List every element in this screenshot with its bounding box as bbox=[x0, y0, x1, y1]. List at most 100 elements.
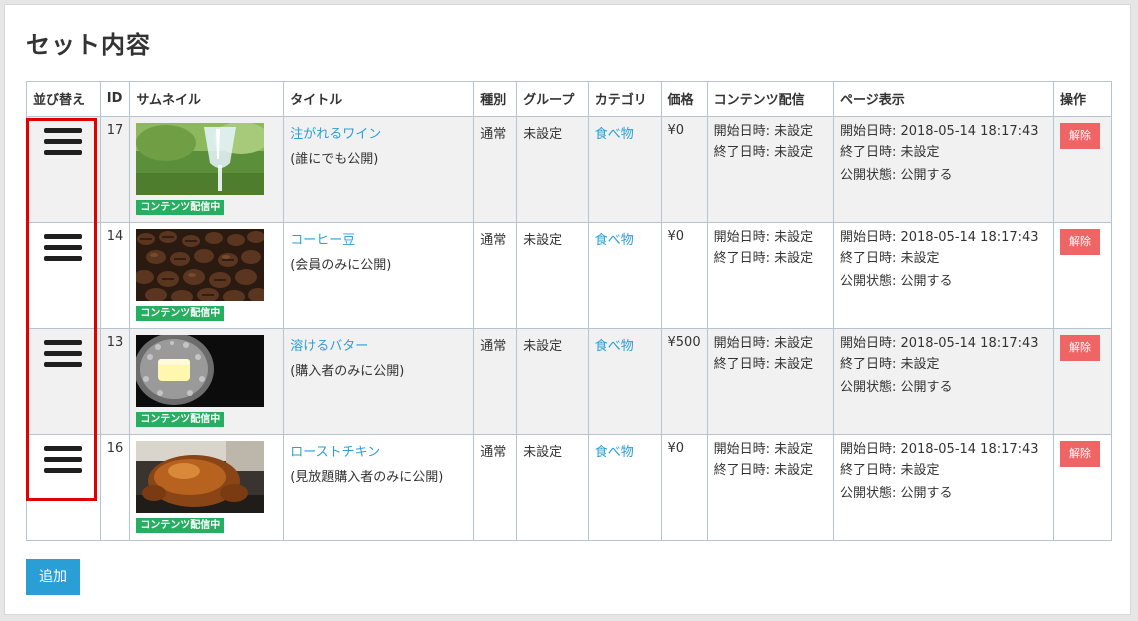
delivery-end: 終了日時: 未設定 bbox=[713, 463, 814, 478]
content-title-link[interactable]: 溶けるバター bbox=[290, 339, 368, 354]
row-id: 14 bbox=[99, 222, 131, 329]
display-start: 開始日時: 2018-05-14 18:17:43 bbox=[839, 336, 1039, 351]
delivery-badge: コンテンツ配信中 bbox=[136, 200, 225, 215]
thumbnail-image bbox=[136, 123, 265, 195]
header-delivery: コンテンツ配信 bbox=[706, 81, 834, 117]
thumbnail-cell: コンテンツ配信中 bbox=[129, 116, 285, 223]
table-row: 17 コンテンツ配信中 注がれるワイン (誰にでも公開) 通常 未設定 食べ物 … bbox=[26, 116, 1112, 223]
set-contents-table: 並び替え ID サムネイル タイトル 種別 グループ カテゴリ 価格 コンテンツ… bbox=[26, 81, 1112, 541]
release-button[interactable]: 解除 bbox=[1060, 335, 1101, 361]
display-start: 開始日時: 2018-05-14 18:17:43 bbox=[839, 230, 1039, 245]
row-id: 13 bbox=[99, 328, 131, 435]
display-end: 終了日時: 未設定 bbox=[839, 463, 940, 478]
price-cell: ¥0 bbox=[660, 116, 708, 223]
display-cell: 開始日時: 2018-05-14 18:17:43 終了日時: 未設定 公開状態… bbox=[832, 116, 1055, 223]
kind-cell: 通常 bbox=[473, 328, 518, 435]
category-link[interactable]: 食べ物 bbox=[595, 233, 634, 248]
display-cell: 開始日時: 2018-05-14 18:17:43 終了日時: 未設定 公開状態… bbox=[832, 328, 1055, 435]
display-end: 終了日時: 未設定 bbox=[839, 251, 940, 266]
title-cell: ローストチキン (見放題購入者のみに公開) bbox=[283, 434, 475, 541]
release-button[interactable]: 解除 bbox=[1060, 229, 1101, 255]
delivery-start: 開始日時: 未設定 bbox=[713, 442, 814, 457]
header-group: グループ bbox=[516, 81, 589, 117]
price-cell: ¥500 bbox=[660, 328, 708, 435]
delivery-start: 開始日時: 未設定 bbox=[713, 230, 814, 245]
thumbnail-cell: コンテンツ配信中 bbox=[129, 222, 285, 329]
action-cell: 解除 bbox=[1053, 434, 1112, 541]
title-cell: コーヒー豆 (会員のみに公開) bbox=[283, 222, 475, 329]
delivery-cell: 開始日時: 未設定 終了日時: 未設定 bbox=[706, 434, 834, 541]
group-cell: 未設定 bbox=[516, 434, 589, 541]
visibility-text: (購入者のみに公開) bbox=[290, 364, 405, 379]
content-title-link[interactable]: コーヒー豆 bbox=[290, 233, 355, 248]
display-start: 開始日時: 2018-05-14 18:17:43 bbox=[839, 124, 1039, 139]
sort-cell[interactable] bbox=[26, 328, 101, 435]
drag-handle-icon[interactable] bbox=[27, 117, 100, 161]
group-cell: 未設定 bbox=[516, 222, 589, 329]
content-title-link[interactable]: ローストチキン bbox=[290, 445, 380, 460]
delivery-cell: 開始日時: 未設定 終了日時: 未設定 bbox=[706, 328, 834, 435]
release-button[interactable]: 解除 bbox=[1060, 123, 1101, 149]
delivery-end: 終了日時: 未設定 bbox=[713, 251, 814, 266]
action-cell: 解除 bbox=[1053, 116, 1112, 223]
sort-cell[interactable] bbox=[26, 222, 101, 329]
display-status: 公開状態: 公開する bbox=[839, 168, 953, 183]
row-id: 17 bbox=[99, 116, 131, 223]
header-category: カテゴリ bbox=[587, 81, 662, 117]
delivery-cell: 開始日時: 未設定 終了日時: 未設定 bbox=[706, 116, 834, 223]
category-cell: 食べ物 bbox=[587, 328, 662, 435]
header-actions: 操作 bbox=[1053, 81, 1112, 117]
add-button[interactable]: 追加 bbox=[26, 559, 80, 595]
display-start: 開始日時: 2018-05-14 18:17:43 bbox=[839, 442, 1039, 457]
category-cell: 食べ物 bbox=[587, 116, 662, 223]
drag-handle-icon[interactable] bbox=[27, 223, 100, 267]
table-header-row: 並び替え ID サムネイル タイトル 種別 グループ カテゴリ 価格 コンテンツ… bbox=[26, 81, 1112, 117]
table-row: 16 コンテンツ配信中 ローストチキン (見放題購入者のみに公開) 通常 未設定… bbox=[26, 434, 1112, 541]
display-end: 終了日時: 未設定 bbox=[839, 145, 940, 160]
header-thumbnail: サムネイル bbox=[129, 81, 285, 117]
group-cell: 未設定 bbox=[516, 328, 589, 435]
display-status: 公開状態: 公開する bbox=[839, 380, 953, 395]
header-kind: 種別 bbox=[473, 81, 518, 117]
kind-cell: 通常 bbox=[473, 434, 518, 541]
visibility-text: (見放題購入者のみに公開) bbox=[290, 470, 444, 485]
kind-cell: 通常 bbox=[473, 222, 518, 329]
header-display: ページ表示 bbox=[832, 81, 1055, 117]
display-status: 公開状態: 公開する bbox=[839, 486, 953, 501]
display-cell: 開始日時: 2018-05-14 18:17:43 終了日時: 未設定 公開状態… bbox=[832, 434, 1055, 541]
delivery-start: 開始日時: 未設定 bbox=[713, 124, 814, 139]
kind-cell: 通常 bbox=[473, 116, 518, 223]
header-title: タイトル bbox=[283, 81, 475, 117]
thumbnail-cell: コンテンツ配信中 bbox=[129, 328, 285, 435]
thumbnail-cell: コンテンツ配信中 bbox=[129, 434, 285, 541]
content-panel: セット内容 並び替え ID サムネイル タイトル 種別 グループ カテゴリ 価格… bbox=[4, 4, 1131, 615]
action-cell: 解除 bbox=[1053, 222, 1112, 329]
page-title: セット内容 bbox=[26, 31, 151, 59]
thumbnail-image bbox=[136, 229, 265, 301]
category-cell: 食べ物 bbox=[587, 222, 662, 329]
display-cell: 開始日時: 2018-05-14 18:17:43 終了日時: 未設定 公開状態… bbox=[832, 222, 1055, 329]
delivery-badge: コンテンツ配信中 bbox=[136, 518, 225, 533]
table-row: 14 コンテンツ配信中 コーヒー豆 (会員のみに公開) 通常 未設定 食べ物 ¥… bbox=[26, 222, 1112, 329]
drag-handle-icon[interactable] bbox=[27, 329, 100, 373]
release-button[interactable]: 解除 bbox=[1060, 441, 1101, 467]
row-id: 16 bbox=[99, 434, 131, 541]
display-end: 終了日時: 未設定 bbox=[839, 357, 940, 372]
table-row: 13 コンテンツ配信中 溶けるバター (購入者のみに公開) 通常 未設定 食べ物… bbox=[26, 328, 1112, 435]
category-link[interactable]: 食べ物 bbox=[595, 127, 634, 142]
drag-handle-icon[interactable] bbox=[27, 435, 100, 479]
price-cell: ¥0 bbox=[660, 222, 708, 329]
header-price: 価格 bbox=[660, 81, 708, 117]
thumbnail-image bbox=[136, 441, 265, 513]
category-cell: 食べ物 bbox=[587, 434, 662, 541]
sort-cell[interactable] bbox=[26, 434, 101, 541]
content-title-link[interactable]: 注がれるワイン bbox=[290, 127, 381, 142]
header-id: ID bbox=[99, 81, 131, 117]
thumbnail-image bbox=[136, 335, 265, 407]
delivery-badge: コンテンツ配信中 bbox=[136, 412, 225, 427]
delivery-badge: コンテンツ配信中 bbox=[136, 306, 225, 321]
price-cell: ¥0 bbox=[660, 434, 708, 541]
category-link[interactable]: 食べ物 bbox=[595, 445, 634, 460]
sort-cell[interactable] bbox=[26, 116, 101, 223]
category-link[interactable]: 食べ物 bbox=[595, 339, 634, 354]
